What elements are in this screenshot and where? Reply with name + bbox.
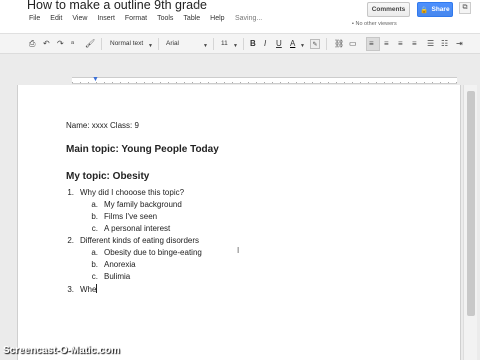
menu-view[interactable]: View — [72, 15, 87, 27]
toolbar-divider — [158, 38, 159, 50]
chevron-down-icon[interactable]: ▼ — [148, 41, 153, 51]
indent-icon[interactable]: ⇥ — [456, 39, 463, 49]
highlight-color-icon[interactable]: ✎ — [310, 39, 320, 49]
menu-bar: File Edit View Insert Format Tools Table… — [29, 15, 235, 27]
spellcheck-icon[interactable]: ᵃ — [71, 39, 74, 49]
font-size-select[interactable]: 11 — [221, 39, 228, 49]
recorder-watermark: Screencast-O-Matic.com — [3, 345, 120, 356]
text-cursor — [96, 284, 98, 293]
menu-format[interactable]: Format — [125, 15, 147, 27]
print-icon[interactable]: ⎙ — [29, 39, 35, 49]
chevron-down-icon[interactable]: ▼ — [203, 41, 208, 51]
ruler[interactable]: ▼ — [0, 75, 480, 85]
comments-button[interactable]: Comments — [367, 2, 410, 17]
list-subitem: c. A personal interest — [91, 224, 171, 233]
app-header: How to make a outline 9th grade ☆ File E… — [0, 0, 480, 33]
viewers-status: ▪ No other viewers — [352, 21, 397, 27]
vertical-scrollbar[interactable] — [463, 85, 477, 360]
style-select[interactable]: Normal text — [110, 39, 143, 49]
scrollbar-thumb[interactable] — [467, 91, 475, 316]
toolbar-divider — [213, 38, 214, 50]
user-avatar-icon[interactable]: ⧉ — [459, 2, 471, 14]
italic-button[interactable]: I — [264, 39, 266, 49]
menu-file[interactable]: File — [29, 15, 40, 27]
menu-insert[interactable]: Insert — [97, 15, 115, 27]
list-item: 2. Different kinds of eating disorders — [67, 236, 200, 245]
lock-icon: 🔒 — [420, 6, 429, 14]
redo-icon[interactable]: ↷ — [57, 39, 64, 49]
menu-tools[interactable]: Tools — [157, 15, 173, 27]
bulleted-list-icon[interactable]: ☷ — [441, 39, 448, 49]
ibeam-cursor-icon: I — [237, 246, 240, 255]
numbered-list-icon[interactable]: ☰ — [427, 39, 434, 49]
viewers-text: No other viewers — [355, 21, 397, 27]
list-item: 1. Why did I chooose this topic? — [67, 188, 185, 197]
menu-edit[interactable]: Edit — [50, 15, 62, 27]
menu-help[interactable]: Help — [210, 15, 224, 27]
name-line: Name: xxxx Class: 9 — [66, 121, 139, 130]
indent-marker-icon[interactable]: ▼ — [92, 76, 99, 84]
underline-button[interactable]: U — [276, 39, 282, 49]
my-topic-heading: My topic: Obesity — [66, 171, 150, 182]
list-item: 3. Whe — [67, 284, 98, 294]
toolbar-divider — [101, 38, 102, 50]
bold-button[interactable]: B — [250, 39, 256, 49]
comment-icon[interactable]: ▭ — [349, 39, 357, 49]
star-icon[interactable]: ☆ — [192, 0, 202, 12]
text-color-button[interactable]: A — [290, 39, 295, 49]
align-justify-icon[interactable]: ≡ — [412, 39, 417, 49]
share-label: Share — [431, 6, 450, 13]
list-subitem: b. Anorexia — [91, 260, 136, 269]
align-center-icon[interactable]: ≡ — [384, 39, 389, 49]
document-page[interactable]: Name: xxxx Class: 9 Main topic: Young Pe… — [17, 85, 461, 360]
list-subitem: b. Films I've seen — [91, 212, 158, 221]
undo-icon[interactable]: ↶ — [43, 39, 50, 49]
ruler-track[interactable] — [72, 77, 457, 84]
list-subitem: a. My family background — [91, 200, 182, 209]
chevron-down-icon[interactable]: ▼ — [233, 41, 238, 51]
font-select[interactable]: Arial — [166, 39, 179, 49]
list-subitem: a. Obesity due to binge-eating — [91, 248, 202, 257]
save-status: Saving... — [235, 15, 263, 22]
toolbar-divider — [243, 38, 244, 50]
align-right-icon[interactable]: ≡ — [398, 39, 403, 49]
share-button[interactable]: 🔒 Share — [417, 2, 453, 17]
menu-table[interactable]: Table — [183, 15, 200, 27]
main-topic-heading: Main topic: Young People Today — [66, 144, 219, 155]
formatting-toolbar: ⎙ ↶ ↷ ᵃ 🖌 Normal text ▼ Arial ▼ 11 ▼ B I… — [0, 33, 480, 54]
toolbar-divider — [326, 38, 327, 50]
chevron-down-icon[interactable]: ▼ — [300, 41, 305, 51]
align-left-icon[interactable]: ≡ — [369, 39, 374, 49]
list-subitem: c. Bulimia — [91, 272, 131, 281]
link-icon[interactable]: ⛓ — [334, 39, 344, 49]
document-title[interactable]: How to make a outline 9th grade — [27, 0, 207, 12]
paint-format-icon[interactable]: 🖌 — [85, 39, 95, 49]
